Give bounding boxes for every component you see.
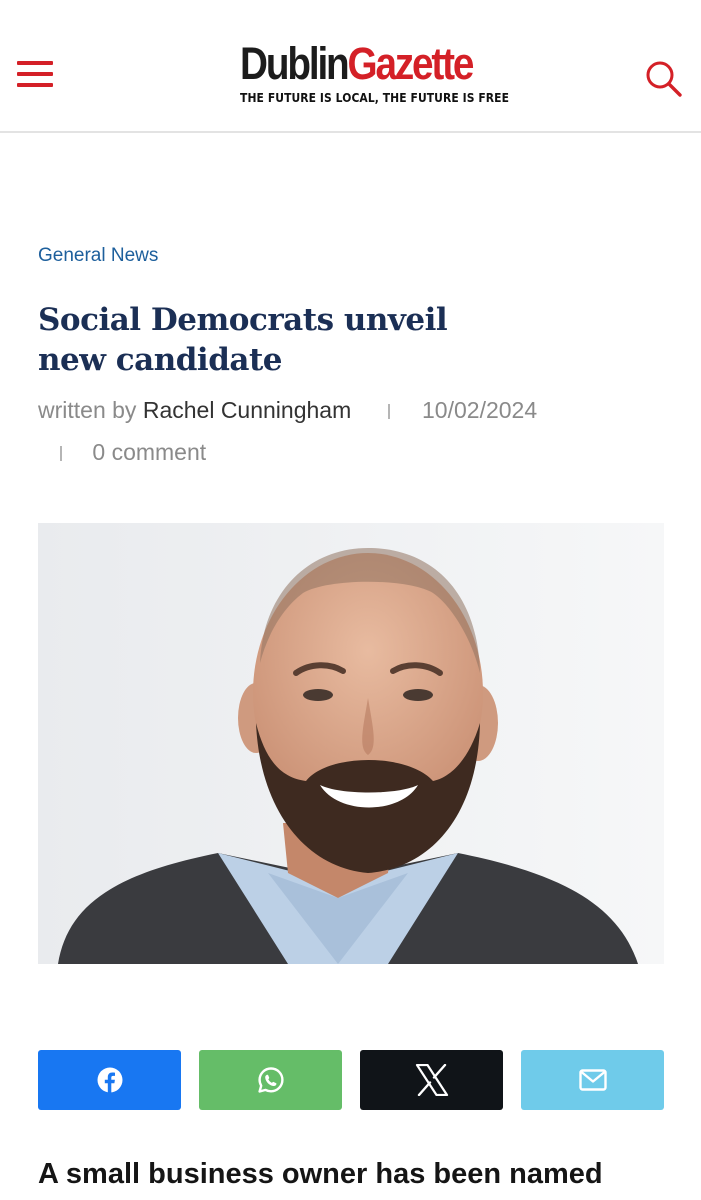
x-icon [415, 1064, 448, 1096]
site-header: DublinGazette THE FUTURE IS LOCAL, THE F… [0, 0, 701, 133]
logo-tagline: THE FUTURE IS LOCAL, THE FUTURE IS FREE [240, 90, 510, 105]
whatsapp-icon [257, 1067, 284, 1093]
byline-prefix: written by [38, 397, 137, 423]
share-email-button[interactable] [521, 1050, 664, 1110]
logo-wordmark: DublinGazette [240, 38, 474, 89]
article-comments-line: 0 comment [60, 439, 206, 466]
byline-divider [60, 446, 62, 462]
share-x-button[interactable] [360, 1050, 503, 1110]
share-facebook-button[interactable] [38, 1050, 181, 1110]
search-icon[interactable] [644, 60, 684, 98]
logo-dublin-text: Dublin [240, 38, 350, 89]
byline-divider [387, 404, 390, 420]
category-link[interactable]: General News [38, 245, 158, 267]
site-logo[interactable]: DublinGazette THE FUTURE IS LOCAL, THE F… [222, 38, 510, 112]
author-link[interactable]: Rachel Cunningham [143, 397, 351, 423]
share-whatsapp-button[interactable] [199, 1050, 342, 1110]
facebook-icon [97, 1067, 122, 1093]
comment-count-link[interactable]: 0 comment [92, 439, 206, 465]
hamburger-menu-icon[interactable] [17, 61, 53, 89]
publish-date: 10/02/2024 [422, 397, 538, 423]
article-featured-image [38, 523, 664, 964]
article-title: Social Democrats unveil new candidate [38, 302, 448, 378]
mail-icon [578, 1069, 607, 1091]
article-byline: written by Rachel Cunningham 10/02/2024 [38, 397, 537, 424]
logo-gazette-text: Gazette [347, 38, 475, 89]
article-lead: A small business owner has been named [38, 1158, 603, 1190]
